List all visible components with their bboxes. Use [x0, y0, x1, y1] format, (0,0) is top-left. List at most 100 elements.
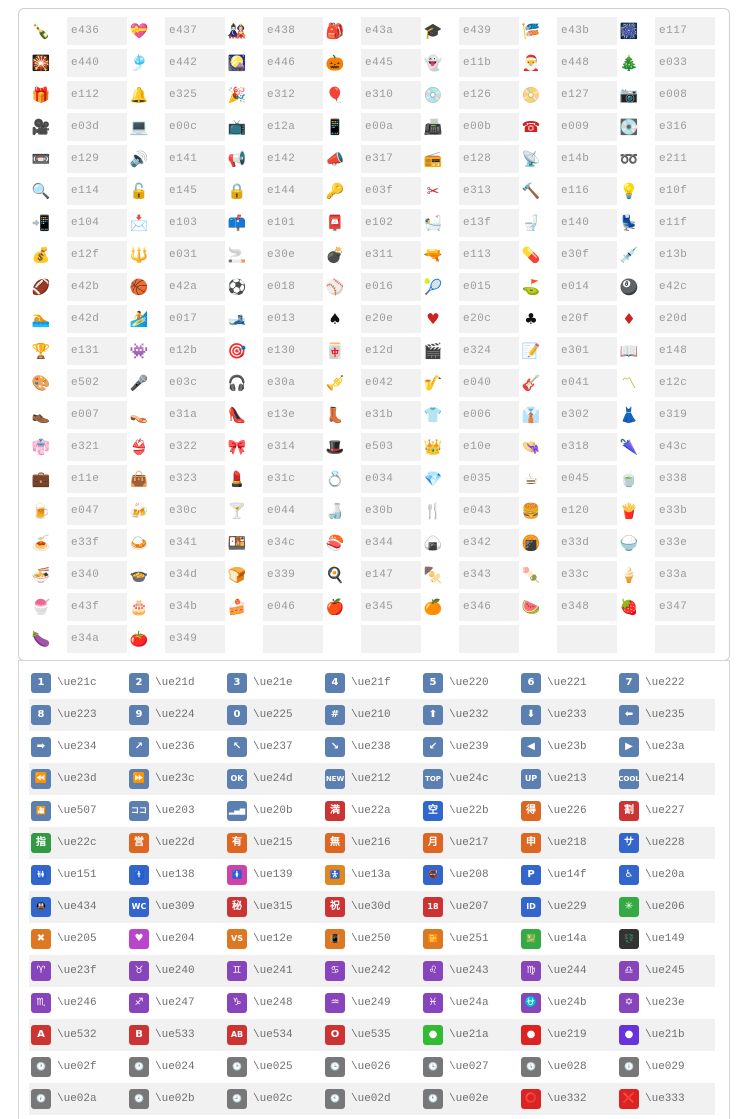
- emoji-entry[interactable]: 🕑 \ue025: [225, 1051, 323, 1083]
- emoji-entry[interactable]: ⬇ \ue233: [519, 699, 617, 731]
- emoji-entry[interactable]: 🎯 e130: [225, 335, 323, 367]
- emoji-entry[interactable]: 🏀 e42a: [127, 271, 225, 303]
- emoji-entry[interactable]: 🔨 e116: [519, 175, 617, 207]
- emoji-entry[interactable]: 🎀 e314: [225, 431, 323, 463]
- emoji-entry[interactable]: 👕 e006: [421, 399, 519, 431]
- emoji-entry[interactable]: 🍜 e340: [29, 559, 127, 591]
- emoji-entry[interactable]: ✂ e313: [421, 175, 519, 207]
- emoji-entry[interactable]: ● \ue21b: [617, 1019, 715, 1051]
- emoji-entry[interactable]: ♊ \ue241: [225, 955, 323, 987]
- emoji-entry[interactable]: 📝 e301: [519, 335, 617, 367]
- emoji-entry[interactable]: 🍶 e30b: [323, 495, 421, 527]
- emoji-entry[interactable]: 🎿 e013: [225, 303, 323, 335]
- emoji-entry[interactable]: 🎐 e442: [127, 47, 225, 79]
- emoji-entry[interactable]: 🚇 \ue434: [29, 891, 127, 923]
- emoji-entry[interactable]: ⚽ e018: [225, 271, 323, 303]
- emoji-entry[interactable]: 🔊 e141: [127, 143, 225, 175]
- emoji-entry[interactable]: 👻 e11b: [421, 47, 519, 79]
- emoji-entry[interactable]: 🎨 e502: [29, 367, 127, 399]
- emoji-entry[interactable]: ♦ e20d: [617, 303, 715, 335]
- emoji-entry[interactable]: 🔫 e113: [421, 239, 519, 271]
- emoji-entry[interactable]: 📩 e103: [127, 207, 225, 239]
- emoji-entry[interactable]: 🍚 e33e: [617, 527, 715, 559]
- emoji-entry[interactable]: 🎆 e117: [617, 15, 715, 47]
- emoji-entry[interactable]: ココ \ue203: [127, 795, 225, 827]
- emoji-entry[interactable]: ID \ue229: [519, 891, 617, 923]
- emoji-entry[interactable]: ⬆ \ue232: [421, 699, 519, 731]
- emoji-entry[interactable]: 🕗 \ue02b: [127, 1083, 225, 1115]
- emoji-entry[interactable]: NEW \ue212: [323, 763, 421, 795]
- emoji-entry[interactable]: 🍓 e347: [617, 591, 715, 623]
- emoji-entry[interactable]: 〽 e12c: [617, 367, 715, 399]
- emoji-entry[interactable]: ↘ \ue238: [323, 731, 421, 763]
- emoji-entry[interactable]: 📲 e104: [29, 207, 127, 239]
- emoji-entry[interactable]: 🍝 e33f: [29, 527, 127, 559]
- emoji-entry[interactable]: TOP \ue24c: [421, 763, 519, 795]
- emoji-entry[interactable]: ⭕ \ue332: [519, 1083, 617, 1115]
- emoji-entry[interactable]: ⚾ e016: [323, 271, 421, 303]
- emoji-entry[interactable]: 🍵 e338: [617, 463, 715, 495]
- emoji-entry[interactable]: 👾 e12b: [127, 335, 225, 367]
- emoji-entry[interactable]: 👔 e302: [519, 399, 617, 431]
- emoji-entry[interactable]: 💉 e13b: [617, 239, 715, 271]
- emoji-entry[interactable]: 指 \ue22c: [29, 827, 127, 859]
- emoji-entry[interactable]: ♐ \ue247: [127, 987, 225, 1019]
- emoji-entry[interactable]: 秘 \ue315: [225, 891, 323, 923]
- emoji-entry[interactable]: 📮 e102: [323, 207, 421, 239]
- emoji-entry[interactable]: 🎑 e446: [225, 47, 323, 79]
- emoji-entry[interactable]: ♎ \ue245: [617, 955, 715, 987]
- emoji-entry[interactable]: B \ue533: [127, 1019, 225, 1051]
- emoji-entry[interactable]: ✳ \ue206: [617, 891, 715, 923]
- emoji-entry[interactable]: 🍻 e30c: [127, 495, 225, 527]
- emoji-entry[interactable]: 🚼 \ue13a: [323, 859, 421, 891]
- emoji-entry[interactable]: 📖 e148: [617, 335, 715, 367]
- emoji-entry[interactable]: ▂▄▆ \ue20b: [225, 795, 323, 827]
- emoji-entry[interactable]: ⬅ \ue235: [617, 699, 715, 731]
- emoji-entry[interactable]: 🕚 \ue02e: [421, 1083, 519, 1115]
- emoji-entry[interactable]: 🍘 e33d: [519, 527, 617, 559]
- emoji-entry[interactable]: 🕖 \ue02a: [29, 1083, 127, 1115]
- emoji-entry[interactable]: 🕐 \ue024: [127, 1051, 225, 1083]
- emoji-entry[interactable]: 🎉 e312: [225, 79, 323, 111]
- emoji-entry[interactable]: ✖ \ue205: [29, 923, 127, 955]
- emoji-entry[interactable]: 祝 \ue30d: [323, 891, 421, 923]
- emoji-entry[interactable]: ♍ \ue244: [519, 955, 617, 987]
- emoji-entry[interactable]: 🍾 e436: [29, 15, 127, 47]
- emoji-entry[interactable]: 👗 e319: [617, 399, 715, 431]
- emoji-entry[interactable]: 🎓 e439: [421, 15, 519, 47]
- emoji-entry[interactable]: 👞 e007: [29, 399, 127, 431]
- emoji-entry[interactable]: 🍔 e120: [519, 495, 617, 527]
- emoji-entry[interactable]: 🕔 \ue028: [519, 1051, 617, 1083]
- emoji-entry[interactable]: 9 \ue224: [127, 699, 225, 731]
- emoji-entry[interactable]: 🔓 e145: [127, 175, 225, 207]
- emoji-entry[interactable]: 7 \ue222: [617, 667, 715, 699]
- emoji-entry[interactable]: 📴 \ue251: [421, 923, 519, 955]
- emoji-entry[interactable]: 🔱 e031: [127, 239, 225, 271]
- emoji-entry[interactable]: ♑ \ue248: [225, 987, 323, 1019]
- emoji-entry[interactable]: ♋ \ue242: [323, 955, 421, 987]
- emoji-entry[interactable]: ⛎ \ue24b: [519, 987, 617, 1019]
- emoji-entry[interactable]: 🍉 e348: [519, 591, 617, 623]
- emoji-entry[interactable]: ❌ \ue333: [617, 1083, 715, 1115]
- emoji-entry[interactable]: 🏄 e017: [127, 303, 225, 335]
- emoji-entry[interactable]: AB \ue534: [225, 1019, 323, 1051]
- emoji-entry[interactable]: 🕕 \ue029: [617, 1051, 715, 1083]
- emoji-entry[interactable]: 🎱 e42c: [617, 271, 715, 303]
- emoji-entry[interactable]: 🍊 e346: [421, 591, 519, 623]
- emoji-entry[interactable]: ↗ \ue236: [127, 731, 225, 763]
- emoji-entry[interactable]: 📢 e142: [225, 143, 323, 175]
- emoji-entry[interactable]: 🎷 e040: [421, 367, 519, 399]
- emoji-entry[interactable]: 🍛 e341: [127, 527, 225, 559]
- emoji-entry[interactable]: ⏩ \ue23c: [127, 763, 225, 795]
- emoji-entry[interactable]: 🍙 e342: [421, 527, 519, 559]
- emoji-entry[interactable]: 🎈 e310: [323, 79, 421, 111]
- emoji-entry[interactable]: 🛀 e13f: [421, 207, 519, 239]
- emoji-entry[interactable]: 🎇 e440: [29, 47, 127, 79]
- emoji-entry[interactable]: WC \ue309: [127, 891, 225, 923]
- emoji-entry[interactable]: ♥ e20c: [421, 303, 519, 335]
- emoji-entry[interactable]: 18 \ue207: [421, 891, 519, 923]
- emoji-entry[interactable]: 🎅 e448: [519, 47, 617, 79]
- emoji-entry[interactable]: 申 \ue218: [519, 827, 617, 859]
- emoji-entry[interactable]: ☎ e009: [519, 111, 617, 143]
- emoji-entry[interactable]: 💍 e034: [323, 463, 421, 495]
